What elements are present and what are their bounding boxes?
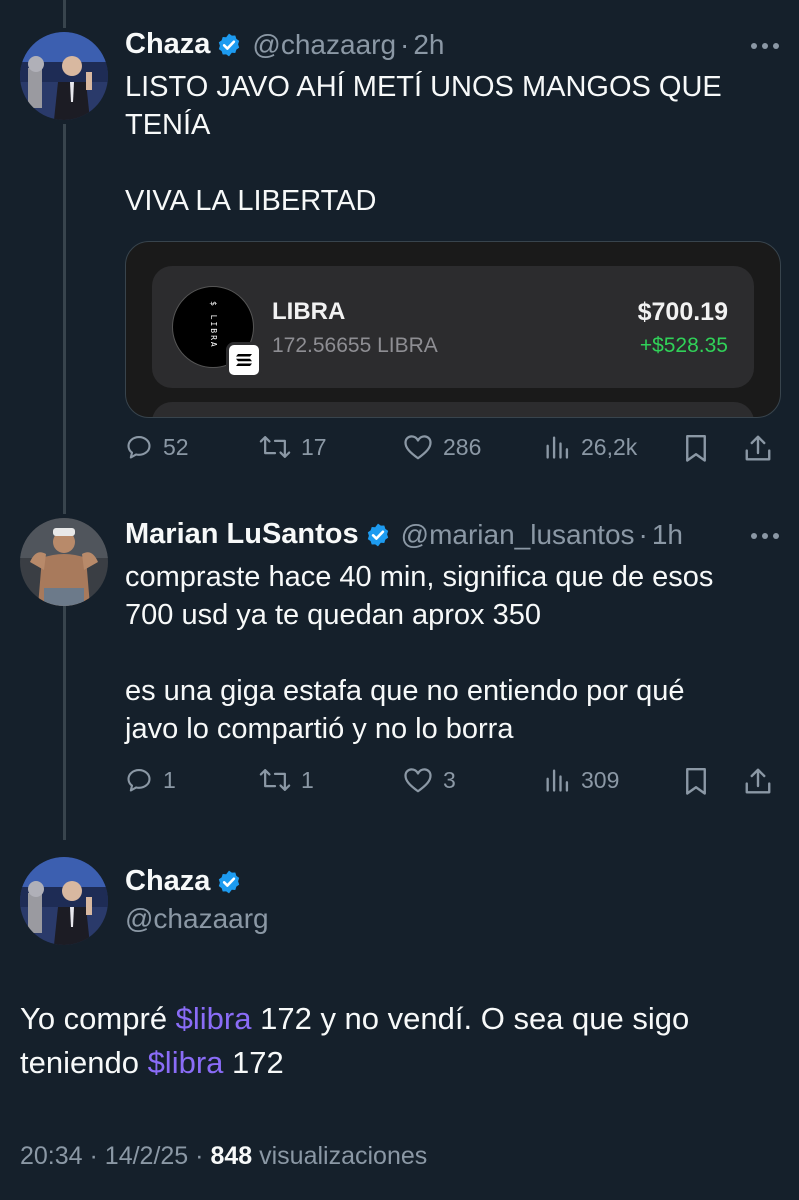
- reply-button[interactable]: 52: [125, 433, 189, 461]
- bookmark-icon: [686, 434, 706, 462]
- views-count: 26,2k: [581, 433, 638, 460]
- solana-icon: [226, 342, 262, 378]
- tweet3-text: Yo compré $libra 172 y no vendí. O sea q…: [20, 997, 780, 1085]
- views-icon: [546, 769, 569, 792]
- tweet2-text: compraste hace 40 min, significa que de …: [125, 558, 779, 748]
- tweet2-line: compraste hace 40 min, significa que de …: [125, 561, 714, 593]
- cashtag-link[interactable]: $libra: [148, 1045, 224, 1080]
- tweet3-date[interactable]: 14/2/25: [105, 1142, 188, 1170]
- tweet3-text-part: 172: [223, 1045, 284, 1080]
- tweet3-handle-row: @chazaarg: [115, 903, 269, 935]
- token-value: $700.19: [637, 298, 728, 326]
- tweet2-handle[interactable]: @marian_lusantos: [401, 519, 635, 551]
- tweet1-actions: 52 17 286 26,2k: [125, 433, 779, 473]
- views-count: 309: [581, 766, 620, 793]
- reply-icon: [127, 769, 151, 792]
- tweet1-header: Chaza @chazaarg · 2h: [125, 28, 445, 61]
- cashtag-link[interactable]: $libra: [176, 1001, 252, 1036]
- token-logo-text: $ LIBRA: [209, 301, 218, 349]
- tweet2-line: 700 usd ya te quedan aprox 350: [125, 599, 541, 631]
- tweet1-line: LISTO JAVO AHÍ METÍ UNOS MANGOS QUE: [125, 71, 722, 103]
- share-button[interactable]: [743, 766, 773, 796]
- verified-icon: [216, 32, 242, 58]
- tweet2-author-name[interactable]: Marian LuSantos: [125, 518, 359, 551]
- tweet3-handle[interactable]: @chazaarg: [125, 903, 269, 935]
- like-count: 3: [443, 766, 456, 793]
- tweet3-meta: 20:34 · 14/2/25 · 848 visualizaciones: [20, 1142, 427, 1171]
- like-icon: [404, 768, 432, 793]
- repost-count: 17: [301, 433, 327, 460]
- separator-dot: ·: [195, 1142, 204, 1170]
- share-icon: [745, 435, 771, 461]
- tweet1-line: VIVA LA LIBERTAD: [125, 185, 377, 217]
- tweet1-media-card[interactable]: $ LIBRA LIBRA 172.56655 LIBRA $700.19 +$…: [125, 241, 781, 418]
- tweet2-line: es una giga estafa que no entiendo por q…: [125, 675, 685, 707]
- tweet2-time[interactable]: 1h: [652, 519, 683, 551]
- share-icon: [745, 768, 771, 794]
- like-button[interactable]: 286: [403, 433, 481, 461]
- thread-line-1: [63, 124, 66, 514]
- share-button[interactable]: [743, 433, 773, 463]
- tweet2-header: Marian LuSantos @marian_lusantos · 1h: [125, 518, 683, 551]
- tweet1-text: LISTO JAVO AHÍ METÍ UNOS MANGOS QUE TENÍ…: [125, 68, 779, 220]
- bookmark-button[interactable]: [682, 766, 710, 796]
- token-gain: +$528.35: [639, 334, 728, 357]
- tweet3-author-name[interactable]: Chaza: [125, 865, 210, 898]
- token-row: $ LIBRA LIBRA 172.56655 LIBRA $700.19 +$…: [152, 266, 754, 388]
- bookmark-button[interactable]: [682, 433, 710, 463]
- bookmark-icon: [686, 767, 706, 795]
- like-count: 286: [443, 433, 482, 460]
- avatar-chaza-main[interactable]: [20, 857, 108, 945]
- repost-count: 1: [301, 766, 314, 793]
- tweet2-actions: 1 1 3 309: [125, 766, 779, 806]
- separator-dot: ·: [400, 28, 410, 60]
- verified-icon: [216, 869, 242, 895]
- tweet3-views-count: 848: [210, 1142, 253, 1170]
- token-name: LIBRA: [272, 298, 346, 325]
- repost-button[interactable]: 17: [259, 433, 327, 461]
- avatar-chaza[interactable]: [20, 32, 108, 120]
- reply-button[interactable]: 1: [125, 766, 176, 794]
- like-icon: [404, 435, 432, 460]
- tweet1-handle[interactable]: @chazaarg: [252, 29, 396, 61]
- token-row-partial: [152, 402, 754, 417]
- repost-icon: [259, 436, 291, 458]
- separator-dot: ·: [89, 1142, 98, 1170]
- tweet3-views-label: visualizaciones: [259, 1142, 428, 1170]
- avatar-marian[interactable]: [20, 518, 108, 606]
- more-icon[interactable]: [751, 533, 779, 539]
- views-button[interactable]: 309: [543, 766, 619, 794]
- repost-icon: [259, 769, 291, 791]
- views-icon: [546, 436, 569, 459]
- reply-count: 52: [163, 433, 189, 460]
- tweet3-header: Chaza: [125, 865, 242, 898]
- tweet3-text-part: teniendo: [20, 1045, 148, 1080]
- tweet3-text-part: 172 y no vendí. O sea que sigo: [251, 1001, 690, 1036]
- views-button[interactable]: 26,2k: [543, 433, 637, 461]
- reply-icon: [127, 436, 151, 459]
- thread-line-top: [63, 0, 66, 28]
- like-button[interactable]: 3: [403, 766, 456, 794]
- token-amount: 172.56655 LIBRA: [272, 334, 438, 357]
- tweet1-author-name[interactable]: Chaza: [125, 28, 210, 61]
- tweet3-time[interactable]: 20:34: [20, 1142, 83, 1170]
- reply-count: 1: [163, 766, 176, 793]
- tweet2-line: javo lo compartió y no lo borra: [125, 713, 514, 745]
- tweet3-text-part: Yo compré: [20, 1001, 176, 1036]
- tweet1-time[interactable]: 2h: [413, 29, 444, 61]
- separator-dot: ·: [638, 518, 648, 550]
- more-icon[interactable]: [751, 43, 779, 49]
- tweet1-line: TENÍA: [125, 109, 211, 141]
- thread-line-2: [63, 602, 66, 840]
- verified-icon: [365, 522, 391, 548]
- repost-button[interactable]: 1: [259, 766, 314, 794]
